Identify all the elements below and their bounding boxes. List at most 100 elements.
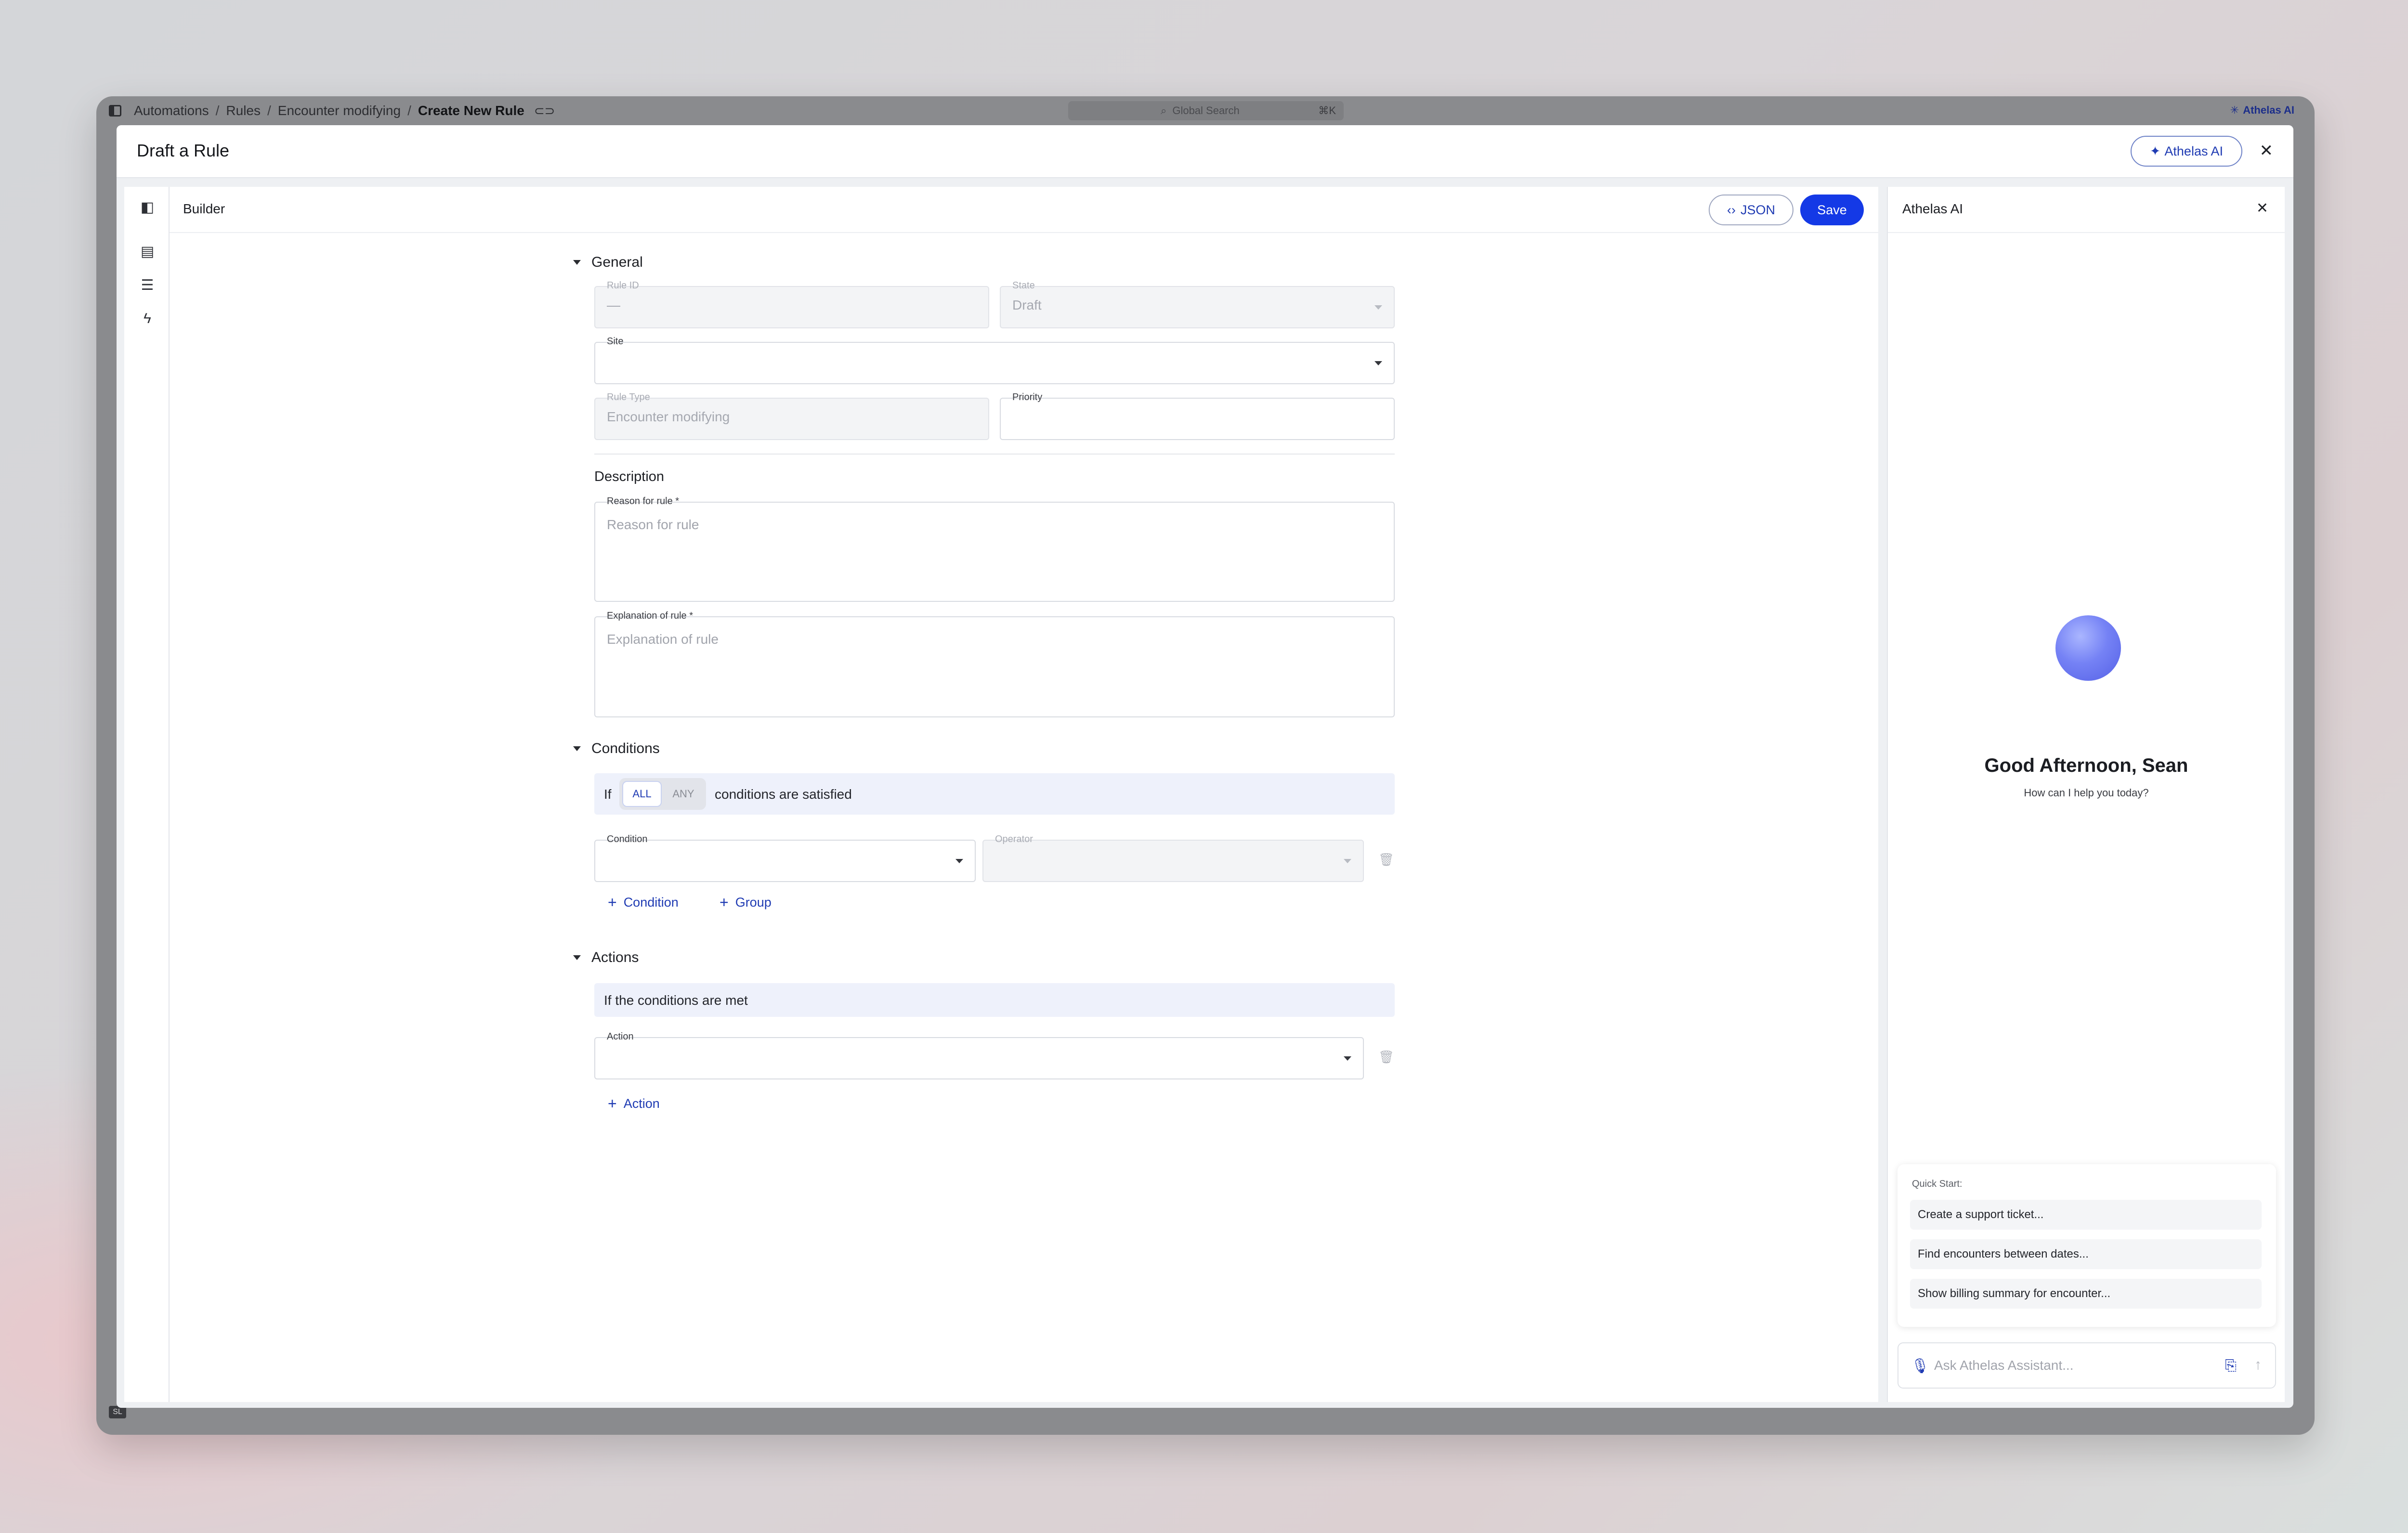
code-icon: ‹›	[1727, 202, 1736, 217]
actions-section-header[interactable]: Actions	[573, 949, 639, 966]
attach-file-icon[interactable]: ⎘	[2225, 1358, 2237, 1374]
greeting: Good Afternoon, Sean	[1984, 755, 2188, 776]
quick-start-card: Quick Start: Create a support ticket... …	[1898, 1164, 2276, 1327]
trash-icon[interactable]: 🗑	[1378, 852, 1394, 867]
chat-placeholder: Ask Athelas Assistant...	[1934, 1358, 2074, 1373]
chevron-down-icon	[1344, 859, 1351, 863]
link-icon[interactable]: ⊂⊃	[534, 104, 555, 118]
conditions-section-header[interactable]: Conditions	[573, 741, 660, 757]
left-rail: ◧ ▤ ☰ ϟ	[124, 187, 170, 1402]
breadcrumb-automations[interactable]: Automations	[134, 103, 209, 118]
site-select[interactable]: Site	[594, 336, 1395, 384]
ai-panel-title: Athelas AI	[1902, 201, 1963, 216]
search-shortcut: ⌘K	[1318, 104, 1336, 117]
draft-rule-modal: Draft a Rule ✦ Athelas AI ✕ ◧ ▤ ☰ ϟ Buil…	[117, 125, 2293, 1408]
add-group-label: Group	[735, 895, 772, 909]
quick-start-item[interactable]: Find encounters between dates...	[1910, 1239, 2262, 1269]
plus-icon: +	[608, 894, 617, 911]
rule-type-label: Rule Type	[607, 392, 650, 403]
chat-input[interactable]: 🎙 Ask Athelas Assistant... ⎘ ↑	[1898, 1342, 2276, 1389]
breadcrumb-separator: /	[215, 103, 220, 118]
explanation-label: Explanation of rule *	[607, 611, 694, 621]
builder-title: Builder	[183, 201, 225, 216]
mic-icon[interactable]: 🎙	[1911, 1358, 1929, 1375]
add-group-button[interactable]: + Group	[720, 895, 772, 910]
sparkle-icon: ✦	[2149, 143, 2161, 158]
chevron-down-icon	[1344, 1056, 1351, 1061]
match-mode-toggle[interactable]: ALL ANY	[619, 778, 706, 810]
breadcrumb-separator: /	[407, 103, 411, 118]
general-section-header[interactable]: General	[573, 254, 643, 271]
add-action-label: Action	[623, 1096, 660, 1111]
assistant-orb	[2055, 615, 2121, 681]
json-button[interactable]: ‹› JSON	[1709, 195, 1793, 225]
rule-id-label: Rule ID	[607, 280, 639, 291]
chevron-down-icon	[955, 859, 963, 863]
athelas-ai-top-button[interactable]: ✳ Athelas AI	[2230, 104, 2294, 117]
search-icon: ⌕	[1161, 104, 1167, 117]
close-icon[interactable]: ✕	[2256, 201, 2268, 216]
search-placeholder: Global Search	[1172, 104, 1240, 117]
condition-label: Condition	[607, 834, 648, 844]
panel-icon[interactable]: ◧	[139, 198, 156, 216]
operator-select: Operator	[982, 834, 1364, 882]
reason-label: Reason for rule *	[607, 496, 680, 507]
breadcrumb-separator: /	[267, 103, 271, 118]
builder-header: Builder ‹› JSON Save	[170, 187, 1878, 233]
action-label: Action	[607, 1031, 634, 1042]
sparkle-icon: ✳	[2230, 104, 2239, 116]
quick-start-title: Quick Start:	[1912, 1179, 1963, 1189]
quick-start-item[interactable]: Create a support ticket...	[1910, 1200, 2262, 1230]
breadcrumb: Automations / Rules / Encounter modifyin…	[134, 103, 555, 118]
greeting-subtitle: How can I help you today?	[2024, 787, 2149, 799]
rule-type-value: Encounter modifying	[607, 409, 730, 424]
notes-icon[interactable]: ▤	[139, 243, 156, 260]
operator-label: Operator	[995, 834, 1033, 844]
filter-icon[interactable]: ☰	[139, 276, 156, 294]
reason-textarea[interactable]: Reason for rule * Reason for rule	[594, 496, 1395, 602]
priority-input[interactable]: Priority	[1000, 392, 1395, 440]
rule-type-field: Rule Type Encounter modifying	[594, 392, 989, 440]
caret-down-icon	[573, 955, 581, 960]
breadcrumb-rules[interactable]: Rules	[226, 103, 261, 118]
top-bar: Automations / Rules / Encounter modifyin…	[96, 96, 2315, 125]
save-button[interactable]: Save	[1800, 195, 1864, 225]
general-heading: General	[591, 254, 643, 270]
conditions-suffix: conditions are satisfied	[715, 787, 852, 802]
lightning-icon[interactable]: ϟ	[139, 310, 156, 327]
actions-heading: Actions	[591, 949, 639, 965]
conditions-heading: Conditions	[591, 741, 660, 756]
state-select: State Draft	[1000, 280, 1395, 328]
all-option[interactable]: ALL	[622, 781, 662, 807]
trash-icon[interactable]: 🗑	[1378, 1050, 1394, 1065]
builder-panel: Builder ‹› JSON Save General Rule ID — S…	[170, 187, 1878, 1402]
athelas-ai-top-label: Athelas AI	[2243, 104, 2294, 116]
add-action-button[interactable]: + Action	[608, 1096, 660, 1111]
site-label: Site	[607, 336, 624, 347]
explanation-textarea[interactable]: Explanation of rule * Explanation of rul…	[594, 611, 1395, 717]
section-divider	[594, 454, 1395, 455]
state-label: State	[1012, 280, 1035, 291]
rule-id-value: —	[607, 298, 620, 312]
close-icon[interactable]: ✕	[2260, 143, 2274, 159]
action-select[interactable]: Action	[594, 1031, 1364, 1079]
global-search[interactable]: ⌕ Global Search ⌘K	[1068, 101, 1344, 120]
explanation-placeholder: Explanation of rule	[607, 632, 719, 647]
add-condition-button[interactable]: + Condition	[608, 895, 679, 910]
ai-panel-header: Athelas AI ✕	[1888, 187, 2285, 233]
plus-icon: +	[608, 1095, 617, 1112]
breadcrumb-current: Create New Rule	[418, 103, 524, 118]
send-arrow-icon[interactable]: ↑	[2254, 1357, 2262, 1373]
chevron-down-icon	[1374, 361, 1382, 365]
breadcrumb-encounter-modifying[interactable]: Encounter modifying	[278, 103, 401, 118]
conditions-match-bar: If ALL ANY conditions are satisfied	[594, 773, 1395, 815]
condition-select[interactable]: Condition	[594, 834, 976, 882]
athelas-ai-button[interactable]: ✦ Athelas AI	[2130, 136, 2242, 167]
athelas-ai-panel: Athelas AI ✕ Good Afternoon, Sean How ca…	[1887, 187, 2285, 1402]
any-option[interactable]: ANY	[664, 781, 703, 807]
priority-label: Priority	[1012, 392, 1043, 403]
sidebar-toggle-icon[interactable]	[109, 105, 121, 117]
if-met-text: If the conditions are met	[604, 993, 748, 1008]
json-button-label: JSON	[1740, 202, 1775, 217]
quick-start-item[interactable]: Show billing summary for encounter...	[1910, 1279, 2262, 1309]
